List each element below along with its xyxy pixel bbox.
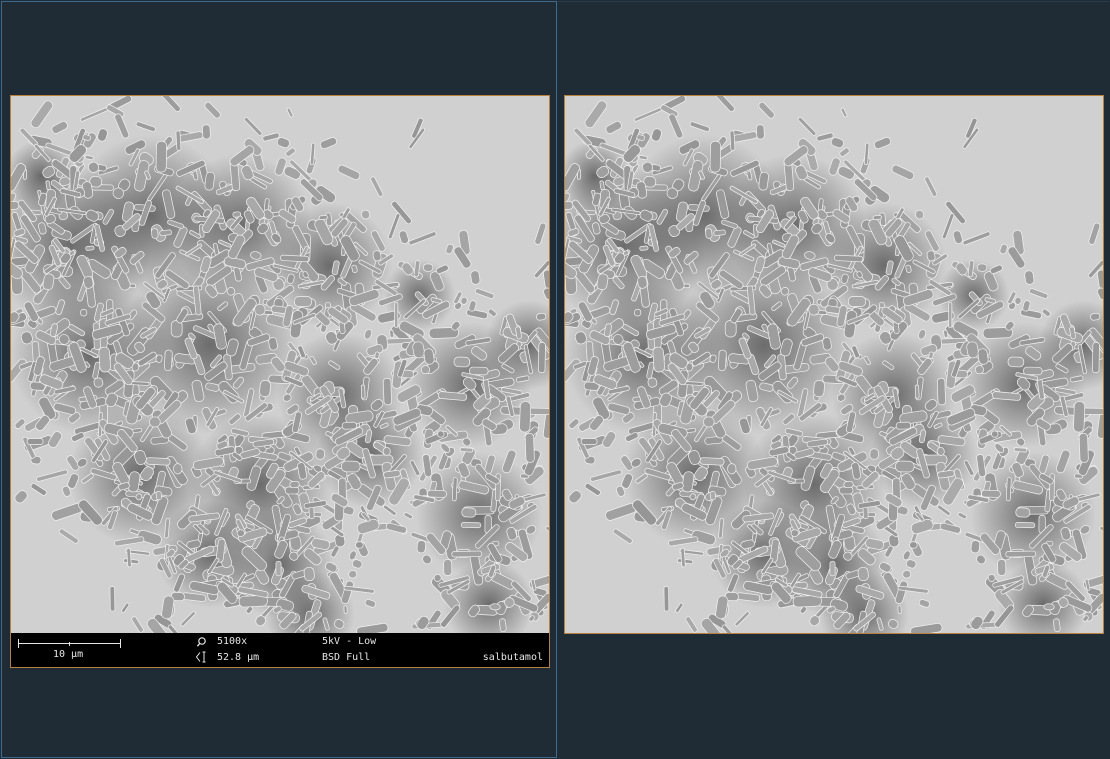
image-pane-left[interactable]: 10 µm 5100x 52.8 µm 5kV - Low BSD Full s… — [1, 1, 557, 758]
field-width-icon — [195, 651, 207, 663]
sem-micrograph — [565, 96, 1103, 633]
scale-bar-label: 10 µm — [53, 649, 84, 660]
sem-image-left[interactable] — [10, 95, 550, 634]
scale-bar — [18, 639, 121, 649]
sem-viewer: 10 µm 5100x 52.8 µm 5kV - Low BSD Full s… — [0, 0, 1110, 759]
image-pane-right[interactable] — [558, 1, 1109, 758]
magnification-value: 5100x — [217, 636, 248, 647]
sem-image-right[interactable] — [564, 95, 1104, 634]
detector-value: BSD Full — [322, 652, 371, 663]
field-of-view-value: 52.8 µm — [217, 652, 260, 663]
sample-name: salbutamol — [482, 652, 543, 663]
databar: 10 µm 5100x 52.8 µm 5kV - Low BSD Full s… — [10, 633, 550, 668]
voltage-value: 5kV - Low — [322, 636, 377, 647]
sem-micrograph — [11, 96, 549, 633]
zoom-icon — [196, 636, 208, 648]
